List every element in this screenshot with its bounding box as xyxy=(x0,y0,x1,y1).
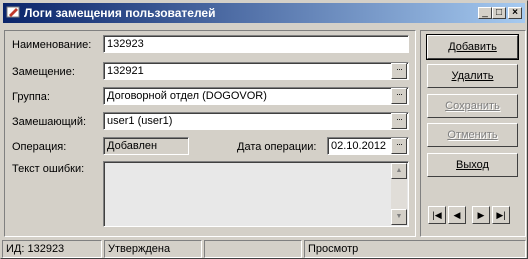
group-label: Группа: xyxy=(12,91,50,103)
group-field[interactable]: Договорной отдел (DOGOVOR) xyxy=(103,87,409,105)
group-lookup-button[interactable]: ··· xyxy=(391,88,407,104)
status-state: Утверждена xyxy=(104,240,202,258)
operation-field: Добавлен xyxy=(103,137,189,155)
substitute-lookup-button[interactable]: ··· xyxy=(391,113,407,129)
status-id: ИД: 132923 xyxy=(2,240,102,258)
prev-record-icon[interactable]: ◀ xyxy=(448,206,466,224)
status-mode: Просмотр xyxy=(304,240,526,258)
scroll-up-icon[interactable]: ▲ xyxy=(391,163,407,179)
substitution-label: Замещение: xyxy=(12,66,75,78)
add-button[interactable]: Добавить xyxy=(426,34,519,60)
save-button[interactable]: Сохранить xyxy=(427,94,518,118)
window-title: Логи замещения пользователей xyxy=(24,6,216,20)
delete-button-label: Удалить xyxy=(451,70,494,82)
save-button-label: Сохранить xyxy=(445,100,500,112)
maximize-button[interactable]: □ xyxy=(492,7,506,19)
name-field[interactable]: 132923 xyxy=(103,35,409,53)
minimize-button[interactable]: _ xyxy=(478,7,492,19)
error-text-area[interactable]: ▲ ▼ xyxy=(103,161,409,227)
last-record-icon[interactable]: ▶| xyxy=(492,206,510,224)
app-window: Логи замещения пользователей _ □ × Наиме… xyxy=(0,0,528,259)
name-label: Наименование: xyxy=(12,39,92,51)
exit-button-label: Выход xyxy=(456,159,489,171)
first-record-icon[interactable]: |◀ xyxy=(428,206,446,224)
scroll-down-icon[interactable]: ▼ xyxy=(391,209,407,225)
status-empty xyxy=(204,240,302,258)
title-bar[interactable]: Логи замещения пользователей _ □ × xyxy=(3,3,525,23)
substitute-label: Замешающий: xyxy=(12,116,87,128)
error-text-label: Текст ошибки: xyxy=(12,163,85,175)
operation-date-label: Дата операции: xyxy=(237,141,317,153)
substitution-lookup-button[interactable]: ··· xyxy=(391,63,407,79)
app-icon xyxy=(6,6,20,18)
delete-button[interactable]: Удалить xyxy=(427,64,518,88)
operation-label: Операция: xyxy=(12,141,67,153)
substitution-field[interactable]: 132921 xyxy=(103,62,409,80)
next-record-icon[interactable]: ▶ xyxy=(472,206,490,224)
close-button[interactable]: × xyxy=(508,7,522,19)
exit-button[interactable]: Выход xyxy=(427,153,518,177)
add-button-label: Добавить xyxy=(448,41,497,53)
cancel-button-label: Отменить xyxy=(447,129,498,141)
substitute-field[interactable]: user1 (user1) xyxy=(103,112,409,130)
date-picker-button[interactable]: ··· xyxy=(391,138,407,154)
vertical-scrollbar[interactable]: ▲ ▼ xyxy=(391,163,407,225)
cancel-button[interactable]: Отменить xyxy=(427,123,518,147)
